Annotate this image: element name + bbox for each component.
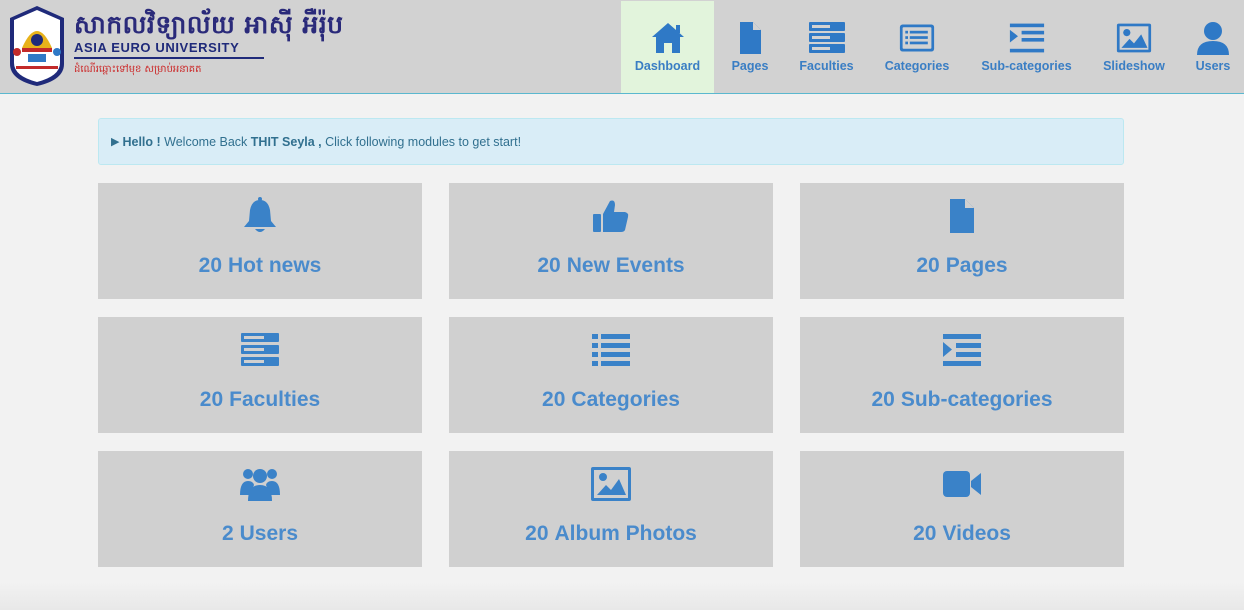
nav-label-categories: Categories: [884, 59, 950, 73]
tile-count: 20: [913, 522, 937, 545]
server-icon: [241, 333, 279, 366]
users-icon: [240, 469, 280, 501]
file-icon: [950, 199, 974, 233]
main-nav: Dashboard Pages Faculties Categories Sub…: [621, 1, 1244, 93]
tile-videos[interactable]: 20 Videos: [800, 451, 1124, 567]
nav-label-faculties: Faculties: [799, 59, 854, 73]
list-icon: [592, 334, 630, 366]
tile-users[interactable]: 2 Users: [98, 451, 422, 567]
tile-label: Sub-categories: [900, 388, 1053, 411]
brand-motto: ដំណើរឆ្ពោះទៅមុខ សម្រាប់អនាគត: [74, 64, 202, 75]
thumbs-up-icon: [593, 200, 629, 232]
alert-welcome: Welcome Back: [164, 134, 248, 149]
user-icon: [1197, 22, 1229, 55]
tile-pages[interactable]: 20 Pages: [800, 183, 1124, 299]
video-camera-icon: [943, 471, 981, 497]
university-logo[interactable]: [6, 4, 68, 88]
tile-album-photos[interactable]: 20 Album Photos: [449, 451, 773, 567]
tile-label: Faculties: [229, 388, 321, 411]
tile-sub-categories[interactable]: 20 Sub-categories: [800, 317, 1124, 433]
tile-label: Hot news: [228, 254, 322, 277]
play-icon: ▶: [111, 136, 120, 148]
bell-icon: [244, 197, 276, 232]
brand-name: ASIA EURO UNIVERSITY: [74, 40, 240, 55]
tile-count: 20: [537, 254, 561, 277]
nav-label-slideshow: Slideshow: [1103, 59, 1165, 73]
tile-label: Album Photos: [554, 522, 697, 545]
nav-label-pages: Pages: [731, 59, 769, 73]
home-icon: [651, 23, 684, 53]
tile-faculties[interactable]: 20 Faculties: [98, 317, 422, 433]
tile-count: 20: [871, 388, 895, 411]
tile-label: Pages: [945, 254, 1008, 277]
nav-label-sub-categories: Sub-categories: [981, 59, 1072, 73]
alert-hello: Hello !: [122, 134, 161, 149]
nav-item-categories[interactable]: Categories: [867, 1, 967, 93]
picture-icon: [591, 467, 631, 501]
tile-count: 20: [525, 522, 549, 545]
tile-label: Users: [239, 522, 299, 545]
welcome-alert: ▶ Hello ! Welcome Back THIT Seyla , Clic…: [98, 118, 1124, 165]
tile-count: 20: [198, 254, 222, 277]
nav-label-dashboard: Dashboard: [634, 59, 701, 73]
alert-user-name: THIT Seyla ,: [250, 134, 322, 149]
file-icon: [740, 22, 761, 54]
nav-item-faculties[interactable]: Faculties: [786, 1, 867, 93]
tile-count: 2: [221, 522, 234, 545]
nav-item-users[interactable]: Users: [1182, 1, 1244, 93]
tile-count: 20: [542, 388, 566, 411]
tile-categories[interactable]: 20 Categories: [449, 317, 773, 433]
nav-label-users: Users: [1195, 59, 1231, 73]
nav-item-pages[interactable]: Pages: [714, 1, 786, 93]
alert-message: Click following modules to get start!: [325, 134, 522, 149]
picture-icon: [1116, 23, 1152, 53]
list-alt-icon: [899, 24, 935, 52]
indent-icon: [1009, 23, 1044, 53]
tile-count: 20: [916, 254, 940, 277]
tile-label: Categories: [571, 388, 680, 411]
tile-label: Videos: [942, 522, 1011, 545]
nav-item-slideshow[interactable]: Slideshow: [1086, 1, 1182, 93]
tile-count: 20: [199, 388, 224, 411]
top-navbar: សាកលវិទ្យាល័យ អាស៊ី អឺរ៉ុប ASIA EURO UNI…: [0, 0, 1244, 94]
server-icon: [808, 22, 845, 53]
nav-item-dashboard[interactable]: Dashboard: [621, 1, 714, 93]
tile-hot-news[interactable]: 20 Hot news: [98, 183, 422, 299]
tile-new-events[interactable]: 20 New Events: [449, 183, 773, 299]
brand-divider: [74, 57, 264, 59]
tile-label: New Events: [566, 254, 685, 277]
nav-item-sub-categories[interactable]: Sub-categories: [967, 1, 1086, 93]
indent-icon: [943, 334, 981, 366]
page-bottom-shadow: [0, 582, 1244, 610]
